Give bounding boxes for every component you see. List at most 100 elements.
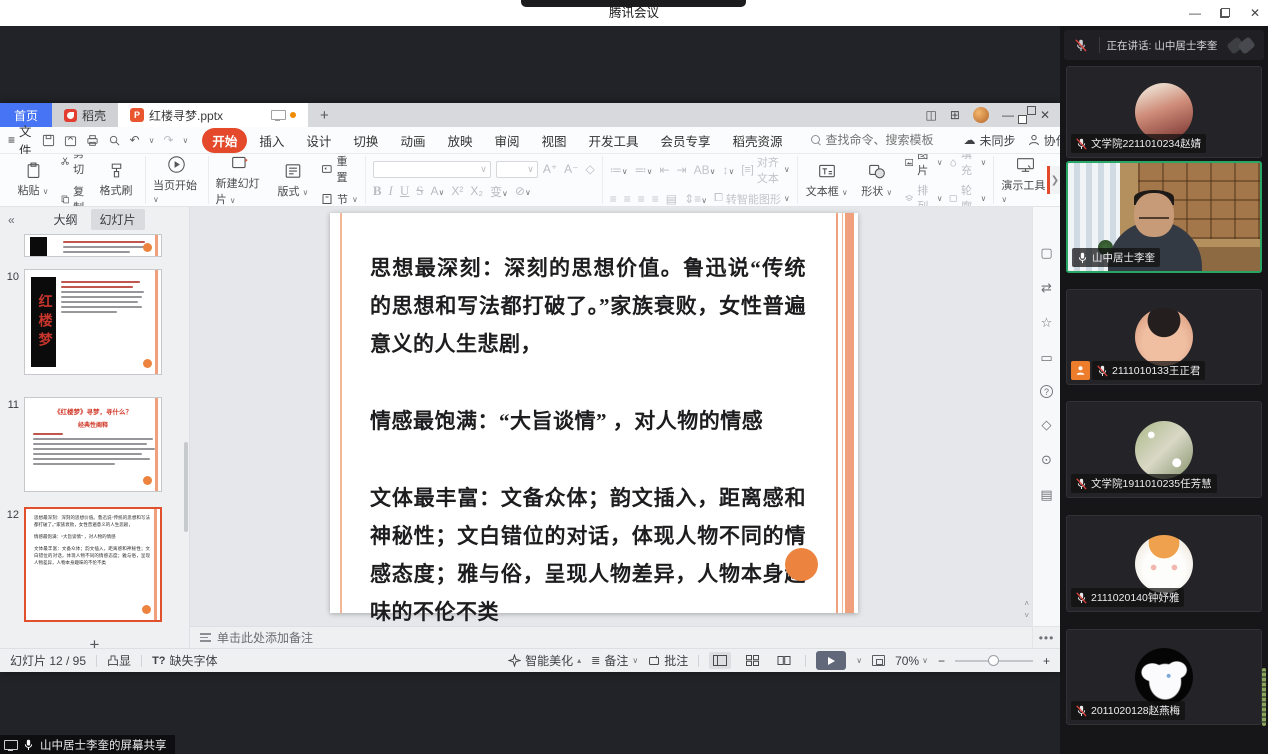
align-left-icon[interactable]: ≡ [610,192,617,206]
clear-format-icon[interactable]: ◇ [586,162,595,176]
collapse-panel-button[interactable]: « [8,213,15,227]
ribbon-tab-member[interactable]: 会员专享 [651,128,721,153]
decrease-font-icon[interactable]: A⁻ [564,162,578,176]
more-tools-button[interactable]: ••• [1033,626,1060,648]
layout-pane-icon[interactable]: ▤ [1040,487,1052,503]
underline-button[interactable]: U [400,183,409,199]
slide-sorter-view-button[interactable] [741,652,763,669]
layout-button[interactable]: 版式 ∨ [271,162,315,199]
line-spacing-icon[interactable]: ⇕≡∨ [684,192,707,206]
cut-button[interactable]: 剪切 [61,154,88,177]
play-options-icon[interactable]: ∨ [856,656,862,665]
properties-panel-icon[interactable]: ▢ [1040,245,1052,261]
panel-scrollbar[interactable] [184,442,188,532]
text-box-button[interactable]: 文本框 ∨ [805,162,849,199]
numbered-list-icon[interactable]: ≕∨ [635,163,653,177]
text-direction-icon[interactable]: AB∨ [694,163,716,177]
close-icon[interactable]: ✕ [1248,6,1262,20]
beautify-button[interactable]: 智能美化 ▴ [508,652,581,669]
account-avatar[interactable] [973,107,989,123]
outline-button[interactable]: 轮廓 ∨ [949,182,987,207]
shape-button[interactable]: 形状 ∨ [855,162,899,199]
ribbon-options-icon[interactable]: ∨ [183,136,189,145]
ribbon-tab-view[interactable]: 视图 [531,128,576,153]
strikethrough-button[interactable]: S [416,183,423,199]
star-resources-icon[interactable]: ☆ [1041,315,1053,331]
superscript-button[interactable]: X² [451,184,463,198]
new-slide-button[interactable]: 新建幻灯片 ∨ [216,154,265,207]
highlight-button[interactable]: ⊘∨ [515,184,531,198]
slide-canvas[interactable]: 思想最深刻：深刻的思想价值。鲁迅说“传统的思想和写法都打破了。”家族衰败，女性普… [190,207,1032,626]
wps-close-icon[interactable]: ✕ [1040,109,1050,121]
arrange-button[interactable]: 排列 ∨ [905,182,943,207]
split-view-icon[interactable]: ◫ [926,109,937,121]
copy-button[interactable]: 复制 [61,183,88,207]
participant-tile[interactable]: 文学院2211010234赵婧 [1066,66,1262,158]
slide-12[interactable]: 思想最深刻：深刻的思想价值。鲁迅说“传统的思想和写法都打破了。”家族衰败，女性普… [330,213,858,613]
increase-font-icon[interactable]: A⁺ [543,162,557,176]
picture-button[interactable]: 图片 ∨ [905,154,943,178]
bold-button[interactable]: B [373,183,382,199]
ribbon-tab-animation[interactable]: 动画 [390,128,435,153]
redo-icon[interactable]: ↷ [163,133,173,147]
transition-pane-icon[interactable]: ⇄ [1041,280,1052,296]
ribbon-tab-docer-res[interactable]: 稻壳资源 [723,128,793,153]
zoom-out-button[interactable]: − [938,654,945,668]
save-icon[interactable] [42,134,55,147]
slideshow-play-button[interactable] [816,651,846,670]
print-icon[interactable] [86,134,99,147]
missing-font-button[interactable]: T? 缺失字体 [152,652,217,669]
sort-icon[interactable]: ↕∨ [722,163,734,177]
align-center-icon[interactable]: ≡ [624,192,631,206]
tab-outline[interactable]: 大纲 [44,209,86,230]
tab-slides[interactable]: 幻灯片 [91,209,145,230]
ribbon-tab-devtools[interactable]: 开发工具 [579,128,649,153]
paste-button[interactable]: 粘贴 ∨ [11,162,55,198]
format-painter-button[interactable]: 格式刷 [94,162,138,198]
ribbon-tab-start[interactable]: 开始 [202,128,247,153]
print-preview-icon[interactable] [108,134,121,147]
slide-thumb-9[interactable] [24,234,162,257]
increase-indent-icon[interactable]: ⇥ [677,163,687,177]
align-text-button[interactable]: [≡] 对齐文本 ∨ [741,154,789,186]
command-search[interactable] [811,133,954,147]
restore-icon[interactable] [1218,6,1232,20]
justify-icon[interactable]: ≡ [652,192,659,206]
participant-tile[interactable]: 2111010133王正君 [1066,289,1262,385]
zoom-slider[interactable] [955,660,1033,662]
zoom-slider-knob[interactable] [988,655,999,666]
slide-thumb-11[interactable]: 《红楼梦》寻梦，寻什么？ 经典性阐释 [24,397,162,492]
normal-view-button[interactable] [709,652,731,669]
participant-tile-speaking[interactable]: 山中居士李奎 [1066,161,1262,273]
present-tools-button[interactable]: 演示工具 ∨ [1001,156,1049,205]
decrease-indent-icon[interactable]: ⇤ [659,163,669,177]
sync-status-button[interactable]: ☁ 未同步 [964,132,1016,149]
minimize-icon[interactable]: — [1188,6,1202,20]
ribbon-tab-insert[interactable]: 插入 [249,128,294,153]
new-tab-button[interactable]: + [308,103,341,127]
font-color-button[interactable]: A∨ [430,184,444,198]
notes-bar[interactable]: 单击此处添加备注 [190,626,1032,648]
zoom-in-button[interactable]: + [1043,654,1050,668]
animation-pane-icon[interactable]: ⊙ [1041,452,1052,468]
highlight-button[interactable]: 凸显 [107,652,131,669]
notes-button[interactable]: ≣ 备注 ∨ [591,652,638,669]
ribbon-tab-design[interactable]: 设计 [296,128,341,153]
section-button[interactable]: 节 ∨ [321,191,358,207]
zoom-level-button[interactable]: 70% ∨ [895,654,928,668]
participant-tile[interactable]: 2011020128赵燕梅 [1066,629,1262,725]
font-name-combo[interactable]: ∨ [373,161,491,178]
smart-graphic-button[interactable]: ⧠ 转智能图形 ∨ [714,191,790,207]
workspace-grid-icon[interactable]: ⊞ [950,109,960,121]
ribbon-tab-transition[interactable]: 切换 [343,128,388,153]
wps-minimize-icon[interactable]: — [1002,109,1014,121]
participant-tile[interactable]: 文学院1911010235任芳慧 [1066,401,1262,498]
tab-document[interactable]: P 红楼寻梦.pptx [118,103,308,127]
fit-to-window-icon[interactable] [872,655,885,666]
tab-docer[interactable]: 稻壳 [52,103,118,127]
fill-button[interactable]: 填充 ∨ [949,154,987,178]
reset-button[interactable]: 重置 [321,154,358,185]
toolbar-expand-handle[interactable]: ❯ [1047,166,1060,194]
slide-thumb-12-selected[interactable]: 思想最深刻：深刻的思想价值。鲁迅说“传统的思想和写法都打破了。”家族衰败，女性普… [24,507,162,622]
participant-tile[interactable]: 2111020140钟妤雅 [1066,515,1262,612]
